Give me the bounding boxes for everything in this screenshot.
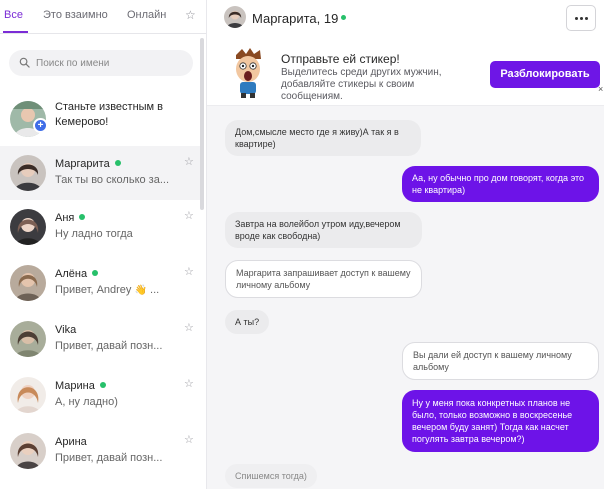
- contact-name: Vika: [55, 324, 77, 336]
- list-item-alena[interactable]: Алёна Привет, Andrey 👋 ... ☆: [0, 256, 200, 310]
- online-indicator: [79, 214, 86, 220]
- chat-header: Маргарита, 19: [207, 0, 604, 36]
- online-indicator: [114, 160, 121, 166]
- avatar: [10, 321, 46, 357]
- last-message: Привет, Andrey 👋 ...: [55, 284, 160, 296]
- contact-name: Аня: [55, 212, 86, 224]
- active-tab-underline: [3, 31, 28, 33]
- banner-title: Отправьте ей стикер!: [281, 52, 400, 66]
- favorite-star-icon[interactable]: ☆: [184, 265, 194, 278]
- search-box[interactable]: [9, 50, 193, 76]
- banner-text: Выделитесь среди других мужчин, добавляй…: [281, 67, 442, 102]
- more-options-button[interactable]: [566, 5, 596, 31]
- message-incoming: Завтра на волейбол утром иду,вечером вро…: [225, 212, 422, 248]
- contact-name: Марина: [55, 380, 106, 392]
- search-input[interactable]: [36, 50, 186, 76]
- chat-panel: Маргарита, 19 Отправьте ей стикер! Выдел…: [207, 0, 604, 489]
- favorite-star-icon[interactable]: ☆: [184, 377, 194, 390]
- online-indicator: [341, 15, 346, 20]
- avatar: [10, 209, 46, 245]
- plus-icon: +: [33, 118, 48, 133]
- online-indicator: [92, 270, 99, 276]
- avatar: [10, 155, 46, 191]
- list-item-arina[interactable]: Арина Привет, давай позн... ☆: [0, 424, 200, 478]
- message-list[interactable]: Дом,смысле место где я живу)А так я в кв…: [207, 106, 604, 489]
- tab-mutual[interactable]: Это взаимно: [43, 9, 108, 21]
- dot-icon: [580, 17, 583, 20]
- contacts-scrollbar[interactable]: [200, 38, 204, 210]
- last-message: Привет, давай позн...: [55, 340, 163, 352]
- favorite-star-icon[interactable]: ☆: [184, 155, 194, 168]
- search-icon: [19, 57, 30, 68]
- last-message: Так ты во сколько за...: [55, 174, 170, 186]
- contact-name: Маргарита: [55, 158, 121, 170]
- favorite-star-icon[interactable]: ☆: [184, 433, 194, 446]
- avatar[interactable]: [224, 6, 246, 28]
- waving-hand-icon: 👋: [134, 285, 147, 296]
- contacts-panel: Все Это взаимно Онлайн ☆ + Станьте извес…: [0, 0, 207, 489]
- contact-name: Алёна: [55, 268, 99, 280]
- message-outgoing: Ну у меня пока конкретных планов не было…: [402, 390, 599, 452]
- message-outgoing: Аа, ну обычно про дом говорят, когда это…: [402, 166, 599, 202]
- favorite-star-icon[interactable]: ☆: [184, 321, 194, 334]
- contacts-tabs: Все Это взаимно Онлайн ☆: [0, 0, 206, 34]
- album-access-granted: Вы дали ей доступ к вашему личному альбо…: [402, 342, 599, 380]
- list-item-vika[interactable]: Vika Привет, давай позн... ☆: [0, 312, 200, 366]
- last-message: А, ну ладно): [55, 396, 118, 408]
- tab-all[interactable]: Все: [4, 9, 23, 21]
- online-indicator: [99, 382, 106, 388]
- last-message: Привет, давай позн...: [55, 452, 163, 464]
- sticker-character-icon: [236, 48, 261, 98]
- dating-chat-app: Все Это взаимно Онлайн ☆ + Станьте извес…: [0, 0, 604, 489]
- favorite-star-icon[interactable]: ☆: [184, 209, 194, 222]
- contact-name: Арина: [55, 436, 87, 448]
- close-icon[interactable]: ×: [598, 84, 603, 94]
- sticker-promo-banner: Отправьте ей стикер! Выделитесь среди др…: [207, 38, 604, 106]
- favorites-star-icon[interactable]: ☆: [185, 8, 196, 22]
- avatar: [10, 265, 46, 301]
- album-access-request: Маргарита запрашивает доступ к вашему ли…: [225, 260, 422, 298]
- message-incoming: А ты?: [225, 310, 270, 334]
- chat-partner-name[interactable]: Маргарита, 19: [252, 11, 338, 26]
- list-item-margarita[interactable]: Маргарита Так ты во сколько за... ☆: [0, 146, 200, 200]
- promo-text: Станьте известным в Кемерово!: [55, 101, 164, 128]
- message-incoming: Спишемся тогда): [225, 464, 317, 488]
- avatar: [10, 433, 46, 469]
- last-message: Ну ладно тогда: [55, 228, 133, 240]
- unlock-button[interactable]: Разблокировать: [490, 61, 600, 88]
- list-item-marina[interactable]: Марина А, ну ладно) ☆: [0, 368, 200, 422]
- dot-icon: [585, 17, 588, 20]
- tab-online[interactable]: Онлайн: [127, 9, 166, 21]
- avatar: [10, 377, 46, 413]
- list-item-anya[interactable]: Аня Ну ладно тогда ☆: [0, 200, 200, 254]
- message-incoming: Дом,смысле место где я живу)А так я в кв…: [225, 120, 421, 156]
- dot-icon: [575, 17, 578, 20]
